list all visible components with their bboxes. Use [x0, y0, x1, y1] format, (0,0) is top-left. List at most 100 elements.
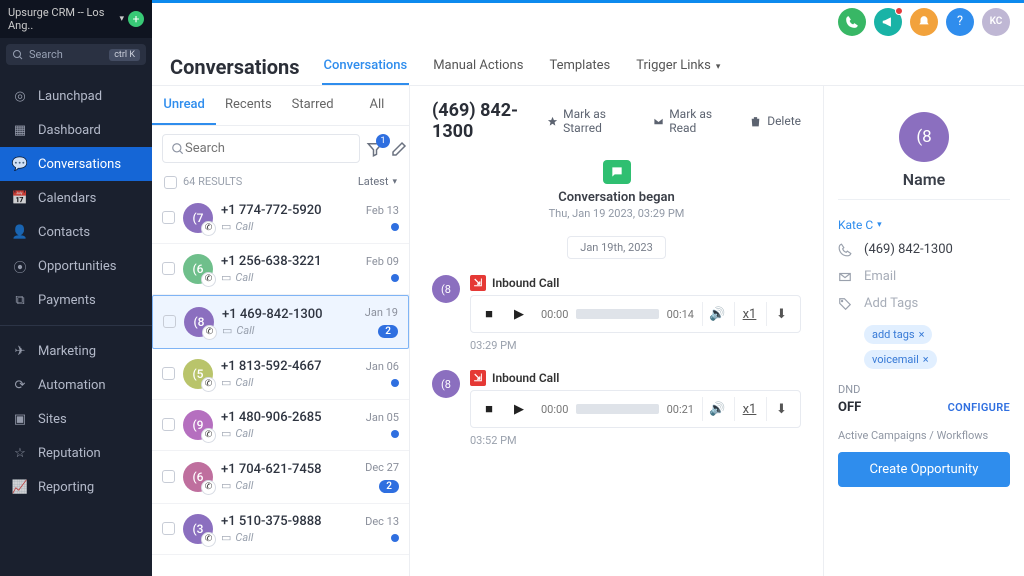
- dnd-row: OFF CONFIGURE: [838, 400, 1010, 415]
- channel-phone-icon: ✆: [201, 272, 216, 287]
- subtab-templates[interactable]: Templates: [547, 48, 612, 85]
- select-checkbox[interactable]: [162, 470, 175, 483]
- subtab-conversations[interactable]: Conversations: [322, 48, 410, 85]
- nav-label: Launchpad: [38, 89, 102, 104]
- nav-icon: ☆: [12, 445, 28, 461]
- download-button[interactable]: ⬇: [766, 302, 796, 326]
- conversation-item[interactable]: (9 ✆ +1 480-906-2685 ▭ Call Jan 05: [152, 400, 409, 451]
- sidebar-item-payments[interactable]: ⧉Payments: [0, 283, 152, 317]
- delete-button[interactable]: Delete: [749, 107, 801, 135]
- sidebar-search[interactable]: Search ctrl K: [6, 44, 146, 65]
- tag-chip[interactable]: add tags ×: [864, 325, 932, 344]
- play-button[interactable]: ▶: [505, 395, 533, 423]
- notification-dot-icon: [895, 7, 903, 15]
- conversation-item[interactable]: (3 ✆ +1 510-375-9888 ▭ Call Dec 13: [152, 504, 409, 555]
- dnd-value: OFF: [838, 400, 861, 415]
- dnd-configure-button[interactable]: CONFIGURE: [948, 401, 1010, 414]
- sidebar-item-reporting[interactable]: 📈Reporting: [0, 470, 152, 504]
- create-opportunity-button[interactable]: Create Opportunity: [838, 452, 1010, 487]
- download-button[interactable]: ⬇: [766, 397, 796, 421]
- filter-button[interactable]: 1: [366, 140, 384, 158]
- sidebar-item-conversations[interactable]: 💬Conversations: [0, 147, 152, 181]
- call-message: (8 ⇲Inbound Call ■ ▶ 00:00 00:21 🔊 x1 ⬇: [432, 370, 801, 428]
- conversation-item[interactable]: (6 ✆ +1 256-638-3221 ▭ Call Feb 09: [152, 244, 409, 295]
- main: ? KC Conversations ConversationsManual A…: [152, 0, 1024, 576]
- stop-button[interactable]: ■: [475, 300, 503, 328]
- mark-starred-button[interactable]: Mark as Starred: [547, 107, 635, 135]
- help-button[interactable]: ?: [946, 8, 974, 36]
- select-checkbox[interactable]: [162, 367, 175, 380]
- inbound-call-icon: ⇲: [470, 370, 486, 386]
- tag-chip[interactable]: voicemail ×: [864, 350, 937, 369]
- channel-phone-icon: ✆: [201, 480, 216, 495]
- conversation-item[interactable]: (7 ✆ +1 774-772-5920 ▭ Call Feb 13: [152, 193, 409, 244]
- subtab-trigger-links[interactable]: Trigger Links▾: [634, 48, 724, 85]
- sidebar-item-automation[interactable]: ⟳Automation: [0, 368, 152, 402]
- seek-track[interactable]: [576, 404, 658, 414]
- call-timestamp: 03:29 PM: [470, 339, 801, 352]
- sidebar-item-opportunities[interactable]: ⦿Opportunities: [0, 249, 152, 283]
- owner-select[interactable]: Kate C▾: [838, 218, 1010, 232]
- sidebar-item-reputation[interactable]: ☆Reputation: [0, 436, 152, 470]
- filter-tab-all[interactable]: All: [345, 86, 409, 125]
- conversation-began: Conversation began Thu, Jan 19 2023, 03:…: [432, 160, 801, 220]
- workspace-selector[interactable]: Upsurge CRM -- Los Ang.. ▾ +: [0, 0, 152, 38]
- sidebar-item-calendars[interactable]: 📅Calendars: [0, 181, 152, 215]
- select-all-checkbox[interactable]: [164, 176, 177, 189]
- phone-value: (469) 842-1300: [864, 242, 953, 257]
- tags-row[interactable]: Add Tags: [838, 296, 1010, 311]
- conversation-list-panel: UnreadRecentsStarredAll 1 64 RESU: [152, 86, 410, 576]
- voicemail-icon: ▭: [221, 479, 231, 492]
- select-checkbox[interactable]: [162, 211, 175, 224]
- avatar: (6 ✆: [183, 254, 213, 284]
- conversation-list: (7 ✆ +1 774-772-5920 ▭ Call Feb 13 (6 ✆ …: [152, 193, 409, 576]
- voicemail-icon: ▭: [221, 271, 231, 284]
- notifications-button[interactable]: [910, 8, 938, 36]
- filter-tab-starred[interactable]: Starred: [281, 86, 345, 125]
- conversation-subtitle: ▭ Call: [221, 479, 357, 492]
- mark-read-button[interactable]: Mark as Read: [653, 107, 731, 135]
- sort-select[interactable]: Latest▾: [358, 175, 397, 188]
- nav-icon: ✈: [12, 343, 28, 359]
- email-row[interactable]: Email: [838, 269, 1010, 284]
- call-button[interactable]: [838, 8, 866, 36]
- sidebar-item-contacts[interactable]: 👤Contacts: [0, 215, 152, 249]
- select-checkbox[interactable]: [162, 522, 175, 535]
- remove-tag-icon[interactable]: ×: [923, 353, 929, 366]
- announce-button[interactable]: [874, 8, 902, 36]
- volume-button[interactable]: 🔊: [702, 302, 732, 326]
- compose-button[interactable]: [390, 140, 408, 158]
- seek-track[interactable]: [576, 309, 658, 319]
- sidebar-item-marketing[interactable]: ✈Marketing: [0, 334, 152, 368]
- conversation-item[interactable]: (6 ✆ +1 704-621-7458 ▭ Call Dec 27 2: [152, 451, 409, 504]
- workspace-caret-icon: ▾: [119, 14, 124, 24]
- campaigns-label: Active Campaigns / Workflows: [838, 429, 1010, 442]
- conversation-item[interactable]: (5 ✆ +1 813-592-4667 ▭ Call Jan 06: [152, 349, 409, 400]
- channel-phone-icon: ✆: [201, 532, 216, 547]
- volume-button[interactable]: 🔊: [702, 397, 732, 421]
- select-checkbox[interactable]: [162, 262, 175, 275]
- audio-player: ■ ▶ 00:00 00:14 🔊 x1 ⬇: [470, 295, 801, 333]
- stop-button[interactable]: ■: [475, 395, 503, 423]
- select-checkbox[interactable]: [162, 418, 175, 431]
- add-workspace-button[interactable]: +: [128, 11, 144, 27]
- sidebar-item-launchpad[interactable]: ◎Launchpad: [0, 79, 152, 113]
- filter-tab-unread[interactable]: Unread: [152, 86, 216, 125]
- conversation-subtitle: ▭ Call: [221, 427, 358, 440]
- list-search[interactable]: [162, 134, 360, 163]
- select-checkbox[interactable]: [163, 315, 176, 328]
- conversation-item[interactable]: (8 ✆ +1 469-842-1300 ▭ Call Jan 19 2: [152, 295, 409, 349]
- speed-button[interactable]: x1: [734, 302, 764, 326]
- nav-list: ◎Launchpad▦Dashboard💬Conversations📅Calen…: [0, 79, 152, 504]
- nav-label: Conversations: [38, 157, 121, 172]
- profile-button[interactable]: KC: [982, 8, 1010, 36]
- speed-button[interactable]: x1: [734, 397, 764, 421]
- sidebar-item-sites[interactable]: ▣Sites: [0, 402, 152, 436]
- list-search-input[interactable]: [185, 141, 351, 156]
- conversation-subtitle: ▭ Call: [221, 220, 358, 233]
- filter-tab-recents[interactable]: Recents: [216, 86, 280, 125]
- remove-tag-icon[interactable]: ×: [919, 328, 925, 341]
- subtab-manual-actions[interactable]: Manual Actions: [431, 48, 525, 85]
- sidebar-item-dashboard[interactable]: ▦Dashboard: [0, 113, 152, 147]
- play-button[interactable]: ▶: [505, 300, 533, 328]
